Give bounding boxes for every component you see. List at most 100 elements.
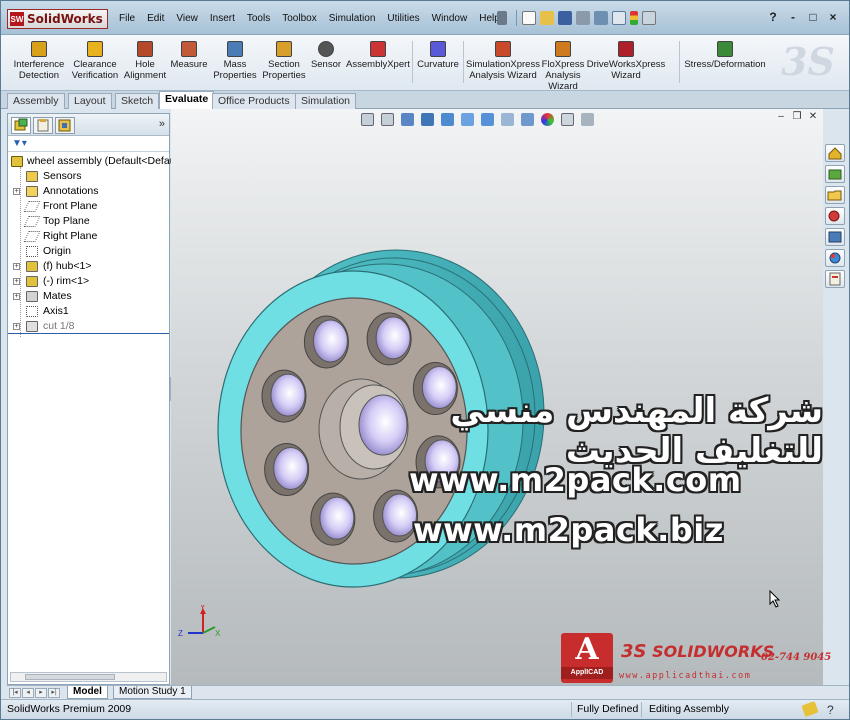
next-tab-arrow-icon[interactable]: ▸ xyxy=(35,688,47,698)
pin-icon[interactable] xyxy=(497,11,507,25)
graphics-area[interactable]: – ❐ ✕ شركة المهندس منسي للتغليف الحديث w… xyxy=(171,109,823,685)
solidworks-resources-icon[interactable] xyxy=(825,144,845,162)
last-tab-arrow-icon[interactable]: ▸| xyxy=(48,688,60,698)
floxpress-button[interactable]: FloXpress Analysis Wizard xyxy=(541,41,585,92)
prev-tab-arrow-icon[interactable]: ◂ xyxy=(22,688,34,698)
tab-office-products[interactable]: Office Products xyxy=(212,93,296,109)
close-button[interactable]: × xyxy=(823,10,843,24)
sensor-icon xyxy=(318,41,334,57)
expand-toggle-icon[interactable]: + xyxy=(13,188,20,195)
tree-item[interactable]: Sensors xyxy=(8,169,169,184)
select-icon[interactable] xyxy=(612,11,626,25)
driveworksxpress-button[interactable]: DriveWorksXpress Wizard xyxy=(587,41,665,81)
clearance-verification-button[interactable]: Clearance Verification xyxy=(69,41,121,81)
tree-item[interactable]: Right Plane xyxy=(8,229,169,244)
open-icon[interactable] xyxy=(540,11,554,25)
expand-toggle-icon[interactable]: + xyxy=(13,323,20,330)
view-palette-icon[interactable] xyxy=(825,228,845,246)
simulationxpress-button[interactable]: SimulationXpress Analysis Wizard xyxy=(466,41,540,81)
menu-tools[interactable]: Tools xyxy=(247,13,270,24)
tab-model[interactable]: Model xyxy=(67,686,108,699)
part-icon xyxy=(26,261,38,272)
status-definition: Fully Defined xyxy=(577,703,639,715)
tree-filter[interactable]: ▼▾ xyxy=(8,136,169,152)
configuration-manager-tab[interactable] xyxy=(55,117,75,134)
rebuild-icon[interactable] xyxy=(630,11,638,25)
solidworks-brand: 3S SOLIDWORKS xyxy=(621,641,774,662)
menu-view[interactable]: View xyxy=(176,13,198,24)
expand-toggle-icon[interactable]: + xyxy=(13,278,20,285)
rebuild-status-icon[interactable] xyxy=(801,700,819,718)
measure-button[interactable]: Measure xyxy=(169,41,209,70)
tab-assembly[interactable]: Assembly xyxy=(7,93,65,109)
hole-alignment-button[interactable]: Hole Alignment xyxy=(123,41,167,81)
expand-toggle-icon[interactable]: + xyxy=(13,263,20,270)
tree-item-label: (f) hub<1> xyxy=(43,260,92,272)
rollback-bar[interactable] xyxy=(8,333,169,334)
ds-logo-watermark: 3S xyxy=(781,39,835,84)
tree-item-label: Right Plane xyxy=(43,230,98,242)
tree-item[interactable]: Origin xyxy=(8,244,169,259)
minimize-button[interactable]: - xyxy=(783,10,803,24)
tree-item[interactable]: Top Plane xyxy=(8,214,169,229)
mass-properties-button[interactable]: Mass Properties xyxy=(211,41,259,81)
expand-toggle-icon[interactable]: + xyxy=(13,293,20,300)
appearances-icon[interactable] xyxy=(825,249,845,267)
tree-item[interactable]: Front Plane xyxy=(8,199,169,214)
collapse-panel-icon[interactable]: » xyxy=(159,118,165,130)
bolt-hole-bore xyxy=(273,446,309,490)
print-icon[interactable] xyxy=(576,11,590,25)
standard-toolbar xyxy=(497,10,660,26)
menu-utilities[interactable]: Utilities xyxy=(387,13,419,24)
panel-horizontal-scrollbar[interactable] xyxy=(10,672,167,682)
menu-insert[interactable]: Insert xyxy=(210,13,235,24)
tab-sketch[interactable]: Sketch xyxy=(115,93,160,109)
menu-edit[interactable]: Edit xyxy=(147,13,164,24)
file-explorer-icon[interactable] xyxy=(825,186,845,204)
menu-file[interactable]: File xyxy=(119,13,135,24)
solidworks-logo[interactable]: SW SolidWorks xyxy=(7,9,108,29)
tree-item[interactable]: + (f) hub<1> xyxy=(8,259,169,274)
stress-deformation-button[interactable]: Stress/Deformation xyxy=(683,41,767,70)
menu-simulation[interactable]: Simulation xyxy=(329,13,376,24)
tab-evaluate[interactable]: Evaluate xyxy=(159,91,215,109)
options-icon[interactable] xyxy=(642,11,656,25)
property-manager-tab[interactable] xyxy=(33,117,53,134)
tree-root[interactable]: wheel assembly (Default<Default xyxy=(8,154,181,169)
command-separator xyxy=(463,41,464,83)
tree-item[interactable]: + Mates xyxy=(8,289,169,304)
tree-item[interactable]: + (-) rim<1> xyxy=(8,274,169,289)
menu-window[interactable]: Window xyxy=(432,13,468,24)
save-icon[interactable] xyxy=(558,11,572,25)
applicad-logo-text: ApplICAD xyxy=(561,667,613,679)
help-icon[interactable]: ? xyxy=(827,701,834,719)
help-button[interactable]: ? xyxy=(763,10,783,24)
status-mode: Editing Assembly xyxy=(649,703,729,715)
manager-tabs: » xyxy=(8,114,169,136)
section-properties-button[interactable]: Section Properties xyxy=(261,41,307,81)
interference-detection-button[interactable]: Interference Detection xyxy=(11,41,67,81)
design-library-icon[interactable] xyxy=(825,165,845,183)
hole-alignment-icon xyxy=(137,41,153,57)
tab-simulation[interactable]: Simulation xyxy=(295,93,357,109)
assemblyxpert-button[interactable]: AssemblyXpert xyxy=(345,41,411,70)
maximize-button[interactable]: □ xyxy=(803,10,823,24)
tab-motion-study[interactable]: Motion Study 1 xyxy=(113,686,192,699)
menu-toolbox[interactable]: Toolbox xyxy=(282,13,316,24)
sensor-button[interactable]: Sensor xyxy=(309,41,343,70)
scrollbar-thumb[interactable] xyxy=(25,674,115,680)
tab-layout[interactable]: Layout xyxy=(68,93,112,109)
x-axis-label: X xyxy=(215,629,221,638)
command-label: Measure xyxy=(170,59,208,70)
first-tab-arrow-icon[interactable]: |◂ xyxy=(9,688,21,698)
tree-item[interactable]: Axis1 xyxy=(8,304,169,319)
curvature-button[interactable]: Curvature xyxy=(415,41,461,70)
custom-properties-icon[interactable] xyxy=(825,270,845,288)
tree-item[interactable]: + cut 1/8 xyxy=(8,319,169,334)
configuration-icon xyxy=(58,119,71,132)
search-icon[interactable] xyxy=(825,207,845,225)
new-document-icon[interactable] xyxy=(522,11,536,25)
feature-manager-tab[interactable] xyxy=(11,117,31,134)
undo-icon[interactable] xyxy=(594,11,608,25)
tree-item[interactable]: + Annotations xyxy=(8,184,169,199)
